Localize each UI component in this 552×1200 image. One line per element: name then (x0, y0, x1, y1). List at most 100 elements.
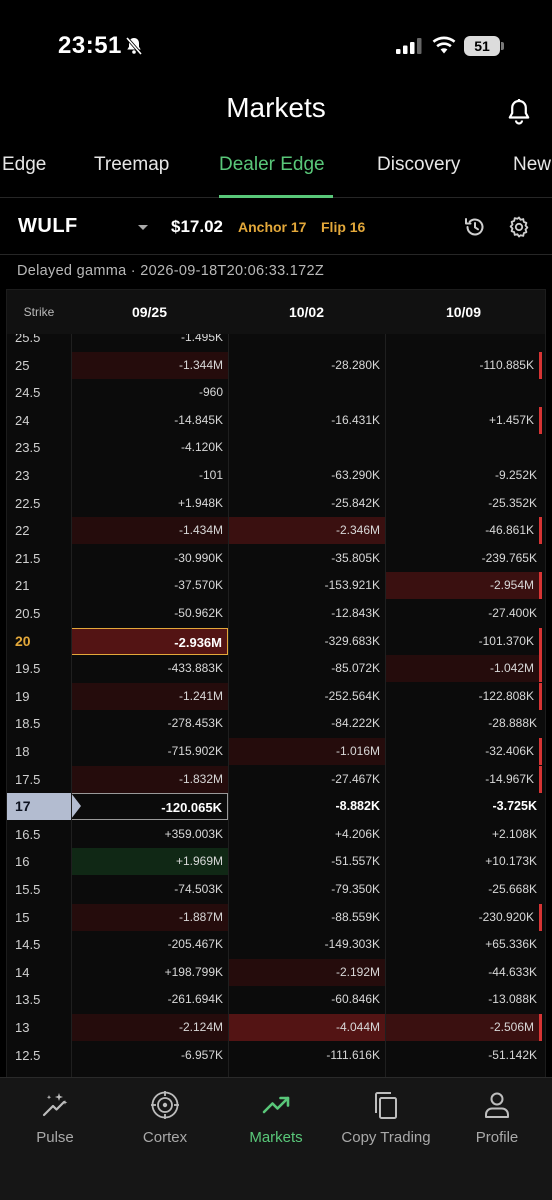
gamma-value-cell[interactable]: -4.044M (228, 1014, 385, 1041)
gear-icon[interactable] (507, 215, 531, 239)
gamma-value-cell[interactable]: -1.344M (71, 351, 228, 379)
table-row[interactable]: 17.5 -1.832M -27.467K -14.967K (7, 765, 545, 793)
nav-copy-trading[interactable]: Copy Trading (331, 1090, 441, 1154)
table-row[interactable]: 20.5 -50.962K -12.843K -27.400K (7, 600, 545, 627)
table-row[interactable]: 22 -1.434M -2.346M -46.861K (7, 517, 545, 545)
ticker-symbol-selector[interactable]: WULF (18, 215, 78, 238)
nav-profile[interactable]: Profile (442, 1090, 552, 1154)
nav-pulse[interactable]: Pulse (0, 1090, 110, 1154)
gamma-value-cell[interactable]: -120.065K (71, 793, 228, 821)
table-row[interactable]: 12.5 -6.957K -111.616K -51.142K (7, 1042, 545, 1069)
gamma-value-cell[interactable]: -1.434M (71, 517, 228, 545)
gamma-value-cell[interactable]: -252.564K (228, 683, 385, 710)
gamma-value-cell[interactable]: -101.370K (385, 627, 542, 655)
gamma-value-cell[interactable]: -101 (71, 462, 228, 489)
gamma-value-cell[interactable]: -239.765K (385, 545, 542, 572)
expiry-header-3[interactable]: 10/09 (385, 290, 542, 334)
table-row[interactable]: 16 +1.969M -51.557K +10.173K (7, 848, 545, 876)
gamma-value-cell[interactable]: -433.883K (71, 655, 228, 682)
gamma-value-cell[interactable]: -111.616K (228, 1042, 385, 1069)
tab-dealer-edge[interactable]: Dealer Edge (219, 154, 325, 176)
gamma-value-cell[interactable]: -205.467K (71, 931, 228, 958)
gamma-value-cell[interactable]: -2.124M (71, 1014, 228, 1041)
gamma-value-cell[interactable]: -8.882K (228, 793, 385, 820)
gamma-value-cell[interactable]: -2.936M (71, 627, 228, 655)
gamma-value-cell[interactable]: +10.173K (385, 848, 542, 875)
gamma-value-cell[interactable]: -12.843K (228, 600, 385, 627)
gamma-value-cell[interactable]: -88.559K (228, 904, 385, 931)
gamma-value-cell[interactable]: -1.241M (71, 682, 228, 710)
table-row[interactable]: 21 -37.570K -153.921K -2.954M (7, 572, 545, 600)
gamma-value-cell[interactable]: -37.570K (71, 572, 228, 599)
gamma-value-cell[interactable]: -2.346M (228, 517, 385, 545)
gamma-value-cell[interactable]: +2.108K (385, 821, 542, 848)
gamma-value-cell[interactable]: -153.921K (228, 572, 385, 599)
table-row[interactable]: 15 -1.887M -88.559K -230.920K (7, 903, 545, 931)
gamma-value-cell[interactable]: -9.252K (385, 462, 542, 489)
gamma-value-cell[interactable]: +4.206K (228, 821, 385, 848)
nav-cortex[interactable]: Cortex (110, 1090, 220, 1154)
table-row[interactable]: 25 -1.344M -28.280K -110.885K (7, 351, 545, 379)
gamma-value-cell[interactable]: -1.042M (385, 655, 542, 683)
table-row[interactable]: 19 -1.241M -252.564K -122.808K (7, 682, 545, 710)
table-row[interactable]: 23.5 -4.120K (7, 434, 545, 461)
gamma-value-cell[interactable]: +1.457K (385, 406, 542, 434)
gamma-value-cell[interactable]: -278.453K (71, 710, 228, 737)
table-row[interactable]: 16.5 +359.003K +4.206K +2.108K (7, 821, 545, 848)
gamma-value-cell[interactable]: -79.350K (228, 876, 385, 903)
table-row[interactable]: 20 -2.936M -329.683K -101.370K (7, 627, 545, 655)
gamma-value-cell[interactable]: -44.633K (385, 959, 542, 986)
gamma-value-cell[interactable]: -1.832M (71, 765, 228, 793)
table-row[interactable]: 14.5 -205.467K -149.303K +65.336K (7, 931, 545, 958)
gamma-value-cell[interactable]: +198.799K (71, 959, 228, 986)
gamma-value-cell[interactable]: -230.920K (385, 903, 542, 931)
table-row[interactable]: 19.5 -433.883K -85.072K -1.042M (7, 655, 545, 683)
gamma-value-cell[interactable]: +1.969M (71, 848, 228, 876)
gamma-value-cell[interactable]: -6.957K (71, 1042, 228, 1069)
notifications-bell-icon[interactable] (506, 98, 532, 126)
gamma-value-cell[interactable] (385, 434, 542, 461)
chevron-down-icon[interactable] (138, 225, 148, 230)
gamma-table[interactable]: 25.5 -1.495K 25 -1.344M -28.280K -110.885K 24.… (6, 289, 546, 1077)
gamma-value-cell[interactable]: -3.725K (385, 793, 542, 820)
gamma-value-cell[interactable]: -25.352K (385, 490, 542, 517)
gamma-value-cell[interactable]: -32.406K (385, 738, 542, 765)
tab-treemap[interactable]: Treemap (94, 154, 169, 176)
gamma-value-cell[interactable]: -149.303K (228, 931, 385, 958)
gamma-value-cell[interactable]: -85.072K (228, 655, 385, 682)
gamma-value-cell[interactable]: -960 (71, 379, 228, 406)
tab-edge[interactable]: Edge (2, 154, 46, 176)
tab-discovery[interactable]: Discovery (377, 154, 460, 176)
gamma-value-cell[interactable]: -74.503K (71, 876, 228, 903)
gamma-value-cell[interactable] (228, 434, 385, 461)
gamma-value-cell[interactable]: -2.506M (385, 1014, 542, 1041)
expiry-header-2[interactable]: 10/02 (228, 290, 385, 334)
gamma-value-cell[interactable]: -60.846K (228, 986, 385, 1013)
gamma-value-cell[interactable]: -51.142K (385, 1042, 542, 1069)
gamma-value-cell[interactable]: -14.967K (385, 765, 542, 793)
gamma-value-cell[interactable]: -27.467K (228, 766, 385, 793)
gamma-value-cell[interactable]: -30.990K (71, 545, 228, 572)
gamma-value-cell[interactable]: -1.887M (71, 903, 228, 931)
gamma-value-cell[interactable]: -25.668K (385, 876, 542, 903)
table-row[interactable]: 13.5 -261.694K -60.846K -13.088K (7, 986, 545, 1013)
gamma-value-cell[interactable]: -35.805K (228, 545, 385, 572)
gamma-value-cell[interactable]: -16.431K (228, 407, 385, 434)
gamma-value-cell[interactable]: +65.336K (385, 931, 542, 958)
table-row[interactable]: 14 +198.799K -2.192M -44.633K (7, 958, 545, 986)
gamma-value-cell[interactable]: -46.861K (385, 517, 542, 545)
gamma-value-cell[interactable]: -84.222K (228, 710, 385, 737)
table-row[interactable]: 17 -120.065K -8.882K -3.725K (7, 793, 545, 821)
gamma-value-cell[interactable]: -110.885K (385, 351, 542, 379)
gamma-value-cell[interactable]: -122.808K (385, 682, 542, 710)
gamma-value-cell[interactable]: -50.962K (71, 600, 228, 627)
gamma-value-cell[interactable]: -2.954M (385, 572, 542, 600)
gamma-value-cell[interactable]: +1.948K (71, 490, 228, 517)
gamma-value-cell[interactable]: -13.088K (385, 986, 542, 1013)
nav-markets[interactable]: Markets (221, 1090, 331, 1154)
gamma-value-cell[interactable]: -25.842K (228, 490, 385, 517)
gamma-value-cell[interactable]: -329.683K (228, 628, 385, 655)
table-row[interactable]: 22.5 +1.948K -25.842K -25.352K (7, 490, 545, 517)
gamma-value-cell[interactable]: -1.016M (228, 738, 385, 765)
gamma-value-cell[interactable]: -715.902K (71, 738, 228, 765)
